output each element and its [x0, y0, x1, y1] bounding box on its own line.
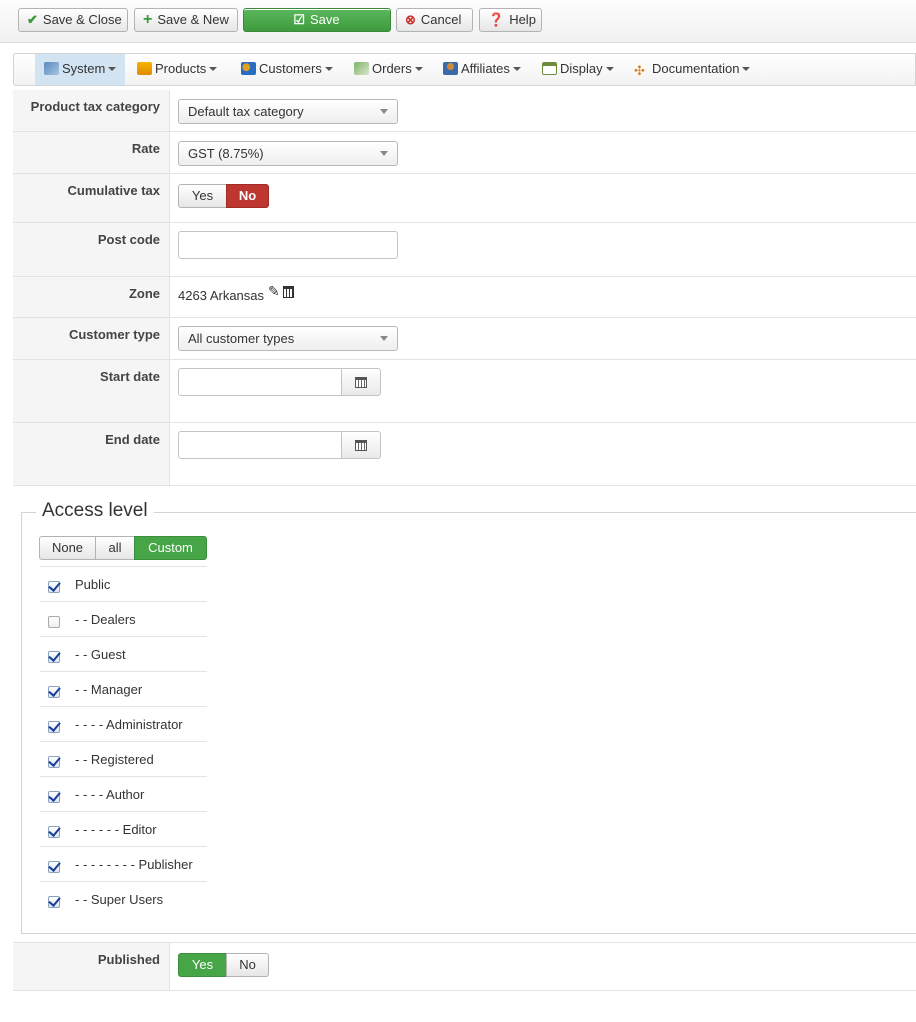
- rate-select[interactable]: GST (8.75%): [178, 141, 398, 166]
- access-checkbox[interactable]: [48, 791, 60, 803]
- access-checkbox[interactable]: [48, 896, 60, 908]
- start-date-input[interactable]: [178, 368, 342, 396]
- access-all-button[interactable]: all: [95, 536, 135, 560]
- row-customer-type: Customer type All customer types: [13, 318, 916, 360]
- access-checkbox[interactable]: [48, 861, 60, 873]
- trash-icon[interactable]: [283, 286, 294, 298]
- check-icon: ✔: [27, 12, 38, 27]
- row-published: Published Yes No: [13, 942, 916, 991]
- row-post-code: Post code: [13, 223, 916, 277]
- row-product-tax-category: Product tax category Default tax categor…: [13, 90, 916, 132]
- calendar-icon: [355, 440, 367, 451]
- end-date-calendar-button[interactable]: [341, 431, 381, 459]
- product-tax-category-label: Product tax category: [13, 90, 170, 131]
- row-end-date: End date: [13, 423, 916, 486]
- post-code-input[interactable]: [178, 231, 398, 259]
- access-level-label: - - - - - - - - Publisher: [75, 857, 193, 872]
- cancel-icon: ⊗: [405, 12, 416, 27]
- access-level-item: - - - - - - - - Publisher: [40, 846, 207, 881]
- post-code-label: Post code: [13, 223, 170, 276]
- docs-icon: ✣: [634, 63, 645, 78]
- customer-type-select[interactable]: All customer types: [178, 326, 398, 351]
- access-level-label: - - Manager: [75, 682, 143, 697]
- dropdown-arrow-icon: [380, 336, 388, 341]
- access-level-label: Public: [75, 577, 111, 592]
- product-tax-category-select[interactable]: Default tax category: [178, 99, 398, 124]
- save-close-button[interactable]: ✔ Save & Close: [18, 8, 128, 32]
- menu-products[interactable]: Products: [137, 54, 218, 85]
- users-icon: [241, 62, 256, 75]
- display-icon: [542, 62, 557, 75]
- cumulative-tax-yes[interactable]: Yes: [178, 184, 227, 208]
- menu-orders[interactable]: Orders: [354, 54, 423, 85]
- menu-display[interactable]: Display: [542, 54, 614, 85]
- access-level-label: - - Dealers: [75, 612, 136, 627]
- access-level-label: - - - - - - Editor: [75, 822, 157, 837]
- cancel-button[interactable]: ⊗ Cancel: [396, 8, 473, 32]
- published-yes[interactable]: Yes: [178, 953, 227, 977]
- access-level-label: - - - - Administrator: [75, 717, 183, 732]
- customer-type-label: Customer type: [13, 318, 170, 359]
- dropdown-arrow-icon: [380, 109, 388, 114]
- access-checkbox[interactable]: [48, 651, 60, 663]
- access-checkbox[interactable]: [48, 721, 60, 733]
- access-level-item: - - - - Administrator: [40, 706, 207, 741]
- affiliates-icon: [443, 62, 458, 75]
- menu-system[interactable]: System: [35, 54, 126, 85]
- access-level-item: Public: [40, 566, 207, 601]
- toolbar: ✔ Save & Close + Save & New ☑ Save ⊗ Cancel …: [0, 0, 916, 43]
- access-level-item: - - Dealers: [40, 601, 207, 636]
- help-icon: ❓: [488, 12, 505, 27]
- box-icon: [137, 62, 152, 75]
- published-label: Published: [13, 943, 170, 990]
- access-level-item: - - - - - - Editor: [40, 811, 207, 846]
- access-level-label: - - - - Author: [75, 787, 145, 802]
- row-zone: Zone 4263 Arkansas ✎: [13, 277, 916, 318]
- access-checkbox[interactable]: [48, 756, 60, 768]
- zone-value: 4263 Arkansas: [178, 288, 265, 303]
- access-none-button[interactable]: None: [39, 536, 96, 560]
- access-level-item: - - Registered: [40, 741, 207, 776]
- published-no[interactable]: No: [226, 953, 269, 977]
- access-level-item: - - Manager: [40, 671, 207, 706]
- access-level-item: - - - - Author: [40, 776, 207, 811]
- access-checkbox[interactable]: [48, 581, 60, 593]
- access-level-label: - - Guest: [75, 647, 126, 662]
- save-button[interactable]: ☑ Save: [243, 8, 391, 32]
- plus-icon: +: [143, 11, 153, 28]
- tools-icon: [44, 62, 59, 75]
- end-date-label: End date: [13, 423, 170, 485]
- end-date-input[interactable]: [178, 431, 342, 459]
- pencil-icon[interactable]: ✎: [268, 283, 280, 300]
- edit-icon: ☑: [293, 12, 305, 27]
- access-checkbox[interactable]: [48, 616, 60, 628]
- row-rate: Rate GST (8.75%): [13, 132, 916, 174]
- dropdown-arrow-icon: [380, 151, 388, 156]
- row-cumulative-tax: Cumulative tax Yes No: [13, 174, 916, 223]
- cumulative-tax-label: Cumulative tax: [13, 174, 170, 222]
- access-level-label: - - Super Users: [75, 892, 164, 907]
- access-level-item: - - Super Users: [40, 881, 207, 916]
- menu-affiliates[interactable]: Affiliates: [443, 54, 521, 85]
- access-level-title: Access level: [36, 500, 154, 522]
- calendar-icon: [355, 377, 367, 388]
- zone-label: Zone: [13, 277, 170, 317]
- access-custom-button[interactable]: Custom: [134, 536, 207, 560]
- menu-customers[interactable]: Customers: [241, 54, 333, 85]
- access-checkbox[interactable]: [48, 826, 60, 838]
- access-level-label: - - Registered: [75, 752, 154, 767]
- row-start-date: Start date: [13, 360, 916, 423]
- access-level-item: - - Guest: [40, 636, 207, 671]
- cumulative-tax-no[interactable]: No: [226, 184, 269, 208]
- orders-icon: [354, 62, 369, 75]
- main-menu: System Products Customers Orders Affilia…: [13, 53, 916, 86]
- start-date-calendar-button[interactable]: [341, 368, 381, 396]
- rate-label: Rate: [13, 132, 170, 173]
- help-button[interactable]: ❓ Help: [479, 8, 542, 32]
- menu-documentation[interactable]: ✣ Documentation: [634, 54, 751, 85]
- access-checkbox[interactable]: [48, 686, 60, 698]
- save-new-button[interactable]: + Save & New: [134, 8, 238, 32]
- start-date-label: Start date: [13, 360, 170, 422]
